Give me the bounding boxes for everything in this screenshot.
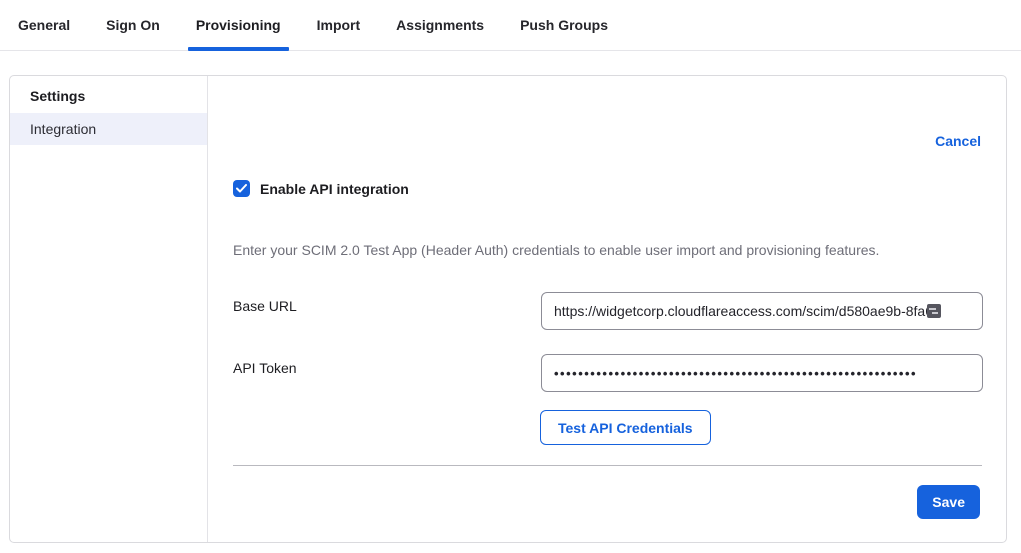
base-url-input[interactable]: https://widgetcorp.cloudflareaccess.com/… xyxy=(541,292,983,330)
tab-sign-on[interactable]: Sign On xyxy=(98,0,168,51)
footer-divider xyxy=(233,465,982,466)
tab-general[interactable]: General xyxy=(10,0,78,51)
check-icon xyxy=(236,184,247,193)
enable-api-integration-checkbox[interactable] xyxy=(233,180,250,197)
sidebar-item-integration[interactable]: Integration xyxy=(10,113,207,145)
api-token-label: API Token xyxy=(233,360,297,376)
tab-import[interactable]: Import xyxy=(309,0,369,51)
settings-sidebar: Settings Integration xyxy=(10,76,208,542)
base-url-value: https://widgetcorp.cloudflareaccess.com/… xyxy=(554,303,933,319)
tab-push-groups[interactable]: Push Groups xyxy=(512,0,616,51)
test-api-credentials-button[interactable]: Test API Credentials xyxy=(540,410,711,445)
base-url-label: Base URL xyxy=(233,298,297,314)
api-token-input[interactable]: ••••••••••••••••••••••••••••••••••••••••… xyxy=(541,354,983,392)
enable-api-integration-row: Enable API integration xyxy=(233,180,409,197)
sidebar-header: Settings xyxy=(10,80,207,113)
tab-bar: General Sign On Provisioning Import Assi… xyxy=(0,0,1021,51)
input-overflow-icon xyxy=(927,304,941,318)
provisioning-panel: Settings Integration Cancel Enable API i… xyxy=(9,75,1007,543)
api-token-masked-value: ••••••••••••••••••••••••••••••••••••••••… xyxy=(554,366,917,381)
cancel-button[interactable]: Cancel xyxy=(935,133,981,149)
tab-assignments[interactable]: Assignments xyxy=(388,0,492,51)
enable-api-integration-label: Enable API integration xyxy=(260,181,409,197)
tab-provisioning[interactable]: Provisioning xyxy=(188,0,289,51)
integration-settings-form: Cancel Enable API integration Enter your… xyxy=(208,76,1006,542)
credentials-description: Enter your SCIM 2.0 Test App (Header Aut… xyxy=(233,242,982,258)
save-button[interactable]: Save xyxy=(917,485,980,519)
